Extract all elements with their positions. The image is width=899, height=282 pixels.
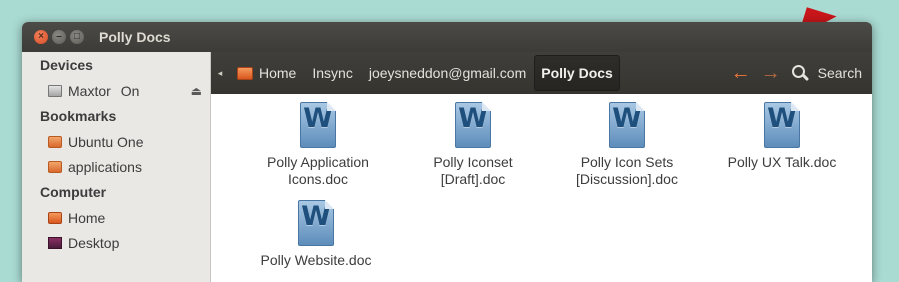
navigation-controls: ← → Search — [726, 63, 872, 83]
sidebar-item-label: applications — [68, 158, 142, 175]
drive-icon — [48, 84, 62, 97]
file-item[interactable]: W Polly Website.doc — [241, 200, 391, 269]
file-item[interactable]: W Polly UX Talk.doc — [707, 102, 857, 171]
file-name: [Discussion].doc — [576, 171, 678, 187]
file-name: Polly Website.doc — [260, 252, 372, 268]
sidebar-item-label: Desktop — [68, 234, 120, 251]
file-name: Icons.doc — [288, 171, 348, 187]
file-item[interactable]: W Polly Application Icons.doc — [243, 102, 393, 188]
window-title: Polly Docs — [99, 29, 171, 45]
file-name: Polly Icon Sets — [580, 154, 674, 170]
home-folder-icon — [237, 66, 253, 80]
device-status: On — [120, 82, 140, 99]
sidebar-heading-devices: Devices — [40, 57, 93, 73]
sidebar-item-desktop[interactable]: Desktop — [22, 230, 210, 255]
breadcrumb-scroll-left-icon[interactable]: ◂ — [211, 68, 229, 79]
desktop-icon — [48, 236, 62, 249]
breadcrumb-label: Home — [259, 65, 297, 81]
forward-arrow-icon[interactable]: → — [756, 63, 786, 83]
eject-icon[interactable]: ⏏ — [191, 84, 202, 98]
sidebar-item-label: Maxtor — [68, 82, 111, 99]
breadcrumb-label: Insync — [312, 65, 353, 81]
file-item[interactable]: W Polly Icon Sets [Discussion].doc — [552, 102, 702, 188]
close-button[interactable]: × — [34, 30, 48, 44]
search-button[interactable]: Search — [791, 65, 862, 82]
word-document-icon: W — [455, 102, 491, 148]
breadcrumb-insync[interactable]: Insync — [304, 56, 360, 90]
back-arrow-icon[interactable]: ← — [726, 63, 756, 83]
sidebar-item-home[interactable]: Home — [22, 205, 210, 230]
word-document-icon: W — [609, 102, 645, 148]
breadcrumb-current[interactable]: Polly Docs — [534, 55, 620, 91]
minimize-button[interactable]: – — [52, 30, 66, 44]
word-document-icon: W — [298, 200, 334, 246]
maximize-button[interactable]: □ — [70, 30, 84, 44]
word-document-icon: W — [300, 102, 336, 148]
sidebar-heading-computer: Computer — [40, 184, 107, 200]
file-name: [Draft].doc — [440, 171, 506, 187]
breadcrumb-label: Polly Docs — [541, 65, 613, 81]
sidebar-item-ubuntu-one[interactable]: Ubuntu One — [22, 129, 210, 154]
file-name: Polly UX Talk.doc — [727, 154, 837, 170]
sidebar-item-label: Ubuntu One — [68, 133, 144, 150]
file-manager-window: × – □ Polly Docs Devices Maxtor On ⏏ Boo… — [22, 22, 872, 282]
title-bar: × – □ Polly Docs — [22, 22, 872, 52]
window-controls: × – □ — [34, 30, 84, 44]
location-toolbar: ◂ Home Insync joeysneddon@gmail.com Poll… — [211, 52, 872, 94]
file-name: Polly Iconset — [433, 154, 513, 170]
breadcrumb-account[interactable]: joeysneddon@gmail.com — [361, 56, 534, 90]
sidebar-item-label: Home — [68, 209, 106, 226]
sidebar: Devices Maxtor On ⏏ Bookmarks Ubuntu One… — [22, 52, 211, 282]
search-icon — [791, 65, 809, 82]
word-document-icon: W — [764, 102, 800, 148]
file-item[interactable]: W Polly Iconset [Draft].doc — [398, 102, 548, 188]
sidebar-heading-bookmarks: Bookmarks — [40, 108, 117, 124]
folder-icon — [48, 135, 62, 148]
sidebar-item-maxtor[interactable]: Maxtor On ⏏ — [22, 78, 210, 103]
sidebar-item-applications[interactable]: applications — [22, 154, 210, 179]
file-view: W Polly Application Icons.doc W Polly Ic… — [211, 94, 872, 282]
home-folder-icon — [48, 211, 62, 224]
search-label: Search — [817, 65, 862, 81]
folder-icon — [48, 160, 62, 173]
breadcrumb-home[interactable]: Home — [229, 56, 304, 90]
breadcrumb-label: joeysneddon@gmail.com — [368, 65, 527, 81]
file-name: Polly Application — [267, 154, 369, 170]
